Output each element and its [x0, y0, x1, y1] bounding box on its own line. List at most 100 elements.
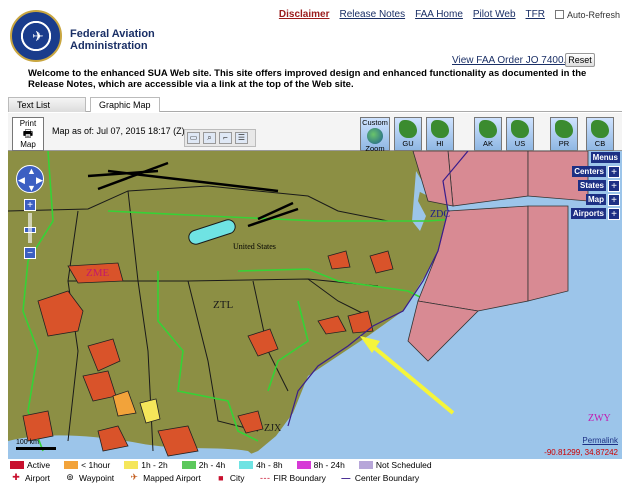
legend-4h8h: 4h - 8h: [239, 460, 283, 470]
legend-airport: ✚ Airport: [10, 472, 50, 483]
hawaii-map-icon: [431, 120, 449, 138]
custom-zoom-button[interactable]: Custom Zoom: [360, 117, 390, 153]
agency-name: Federal Aviation Administration: [70, 28, 155, 52]
release-notes-link[interactable]: Release Notes: [339, 9, 405, 20]
centers-toggle[interactable]: Centers +: [564, 165, 620, 178]
reset-button[interactable]: Reset: [565, 53, 595, 67]
print-label: Print: [19, 119, 37, 128]
legend-2h4h: 2h - 4h: [181, 460, 226, 470]
legend-fir-boundary: - - - FIR Boundary: [258, 472, 326, 483]
legend-center-boundary: — Center Boundary: [340, 473, 419, 483]
cursor-coordinates: -90.81299, 34.87242: [544, 448, 618, 457]
auto-refresh-label: Auto-Refresh: [566, 9, 620, 20]
centers-plus-icon[interactable]: +: [608, 165, 620, 178]
region-hi-button[interactable]: HI: [426, 117, 454, 151]
map-scale: 100 km: [16, 439, 56, 451]
region-gu-label: GU: [402, 139, 414, 148]
disclaimer-link[interactable]: Disclaimer: [279, 9, 330, 20]
pan-control[interactable]: ▲ ▼ ◀ ▶: [16, 165, 44, 193]
airport-icon: ✚: [12, 472, 20, 482]
label-zdc: ZDC: [430, 209, 450, 220]
states-plus-icon[interactable]: +: [608, 179, 620, 192]
legend-not-scheduled: Not Scheduled: [358, 460, 432, 470]
pilot-web-link[interactable]: Pilot Web: [473, 9, 516, 20]
magnify-icon[interactable]: ⌕: [203, 132, 216, 144]
center-boundary-icon: —: [341, 472, 351, 483]
map-legend: Active < 1hour 1h - 2h 2h - 4h 4h - 8h 8…: [8, 459, 622, 485]
legend-2h4h-label: 2h - 4h: [198, 460, 226, 470]
region-ak-button[interactable]: AK: [474, 117, 502, 151]
legend-active: Active: [10, 460, 50, 470]
map-timestamp: Map as of: Jul 07, 2015 18:17 (Z): [52, 126, 185, 136]
swatch-lt1h: [64, 461, 79, 469]
legend-4h8h-label: 4h - 8h: [256, 460, 283, 470]
alaska-map-icon: [479, 120, 497, 138]
pan-down-icon[interactable]: ▼: [27, 183, 36, 193]
region-gu-button[interactable]: GU: [394, 117, 422, 151]
legend-8h24h: 8h - 24h: [296, 460, 345, 470]
mapped-airport-icon: ✈: [130, 472, 138, 482]
region-us-button[interactable]: US: [506, 117, 534, 151]
agency-line1: Federal Aviation: [70, 28, 155, 40]
map-plus-icon[interactable]: +: [608, 193, 620, 206]
region-pr-button[interactable]: PR: [550, 117, 578, 151]
zoom-box-icon[interactable]: ▭: [187, 132, 200, 144]
label-zwy: ZWY: [588, 413, 611, 424]
label-zjx: ZJX: [264, 423, 282, 434]
map-canvas[interactable]: ZDC ZME ZTL ZJX ZWY United States: [8, 151, 622, 459]
tab-graphic-map[interactable]: Graphic Map: [90, 97, 160, 112]
states-toggle[interactable]: States +: [564, 179, 620, 192]
welcome-message: Welcome to the enhanced SUA Web site. Th…: [28, 68, 587, 90]
auto-refresh-toggle[interactable]: Auto-Refresh: [554, 9, 620, 20]
region-pr-label: PR: [558, 139, 570, 148]
view-tabs: Text List Graphic Map: [8, 97, 622, 112]
measure-icon[interactable]: ⌐: [219, 132, 232, 144]
airports-label: Airports: [570, 208, 606, 219]
pan-up-icon[interactable]: ▲: [27, 166, 36, 176]
region-cb-button[interactable]: CB: [586, 117, 614, 151]
legend-waypoint-label: Waypoint: [79, 472, 115, 483]
centers-label: Centers: [572, 166, 606, 177]
faa-home-link[interactable]: FAA Home: [415, 9, 463, 20]
guam-map-icon: [399, 120, 417, 138]
zoom-control: + −: [24, 199, 36, 259]
globe-icon: [367, 128, 383, 144]
identify-icon[interactable]: ☰: [235, 132, 248, 144]
legend-center-boundary-label: Center Boundary: [354, 472, 420, 483]
airports-plus-icon[interactable]: +: [608, 207, 620, 220]
airports-toggle[interactable]: Airports +: [564, 207, 620, 220]
pan-right-icon[interactable]: ▶: [36, 175, 43, 186]
legend-symbol-row: ✚ Airport ⊚ Waypoint ✈ Mapped Airport ■ …: [10, 472, 433, 483]
city-icon: ■: [218, 472, 224, 483]
auto-refresh-checkbox[interactable]: [554, 10, 564, 19]
faa-order-link[interactable]: View FAA Order JO 7400.8: [452, 55, 572, 66]
menus-item[interactable]: Menus: [564, 151, 620, 164]
print-map-button[interactable]: Print 🖶 Map: [12, 117, 44, 151]
legend-waypoint: ⊚ Waypoint: [64, 472, 114, 483]
swatch-4h8h: [239, 461, 254, 469]
legend-mapped-airport-label: Mapped Airport: [143, 472, 201, 483]
legend-airport-label: Airport: [25, 472, 51, 483]
zoom-slider-track[interactable]: [28, 213, 32, 243]
legend-city: ■ City: [215, 472, 245, 483]
legend-active-label: Active: [27, 460, 51, 470]
fir-boundary-icon: - - -: [259, 472, 270, 483]
label-zme: ZME: [86, 267, 110, 279]
sua-map[interactable]: ZDC ZME ZTL ZJX ZWY United States ▲ ▼ ◀ …: [8, 151, 622, 459]
pan-left-icon[interactable]: ◀: [18, 175, 25, 186]
legend-city-label: City: [229, 472, 245, 483]
zoom-out-button[interactable]: −: [24, 247, 36, 259]
tfr-link[interactable]: TFR: [526, 9, 545, 20]
header: ✈ Federal Aviation Administration Discla…: [0, 0, 630, 95]
tab-text-list[interactable]: Text List: [8, 97, 86, 112]
map-tools: ▭ ⌕ ⌐ ☰: [184, 129, 256, 147]
swatch-1h2h: [124, 461, 139, 469]
swatch-not-scheduled: [358, 461, 373, 469]
us-map-icon: [511, 120, 529, 138]
legend-not-scheduled-label: Not Scheduled: [375, 460, 432, 470]
map-toggle[interactable]: Map +: [564, 193, 620, 206]
printer-icon: 🖶: [22, 128, 34, 140]
legend-status-row: Active < 1hour 1h - 2h 2h - 4h 4h - 8h 8…: [10, 460, 446, 470]
permalink-link[interactable]: Permalink: [582, 436, 618, 445]
zoom-in-button[interactable]: +: [24, 199, 36, 211]
